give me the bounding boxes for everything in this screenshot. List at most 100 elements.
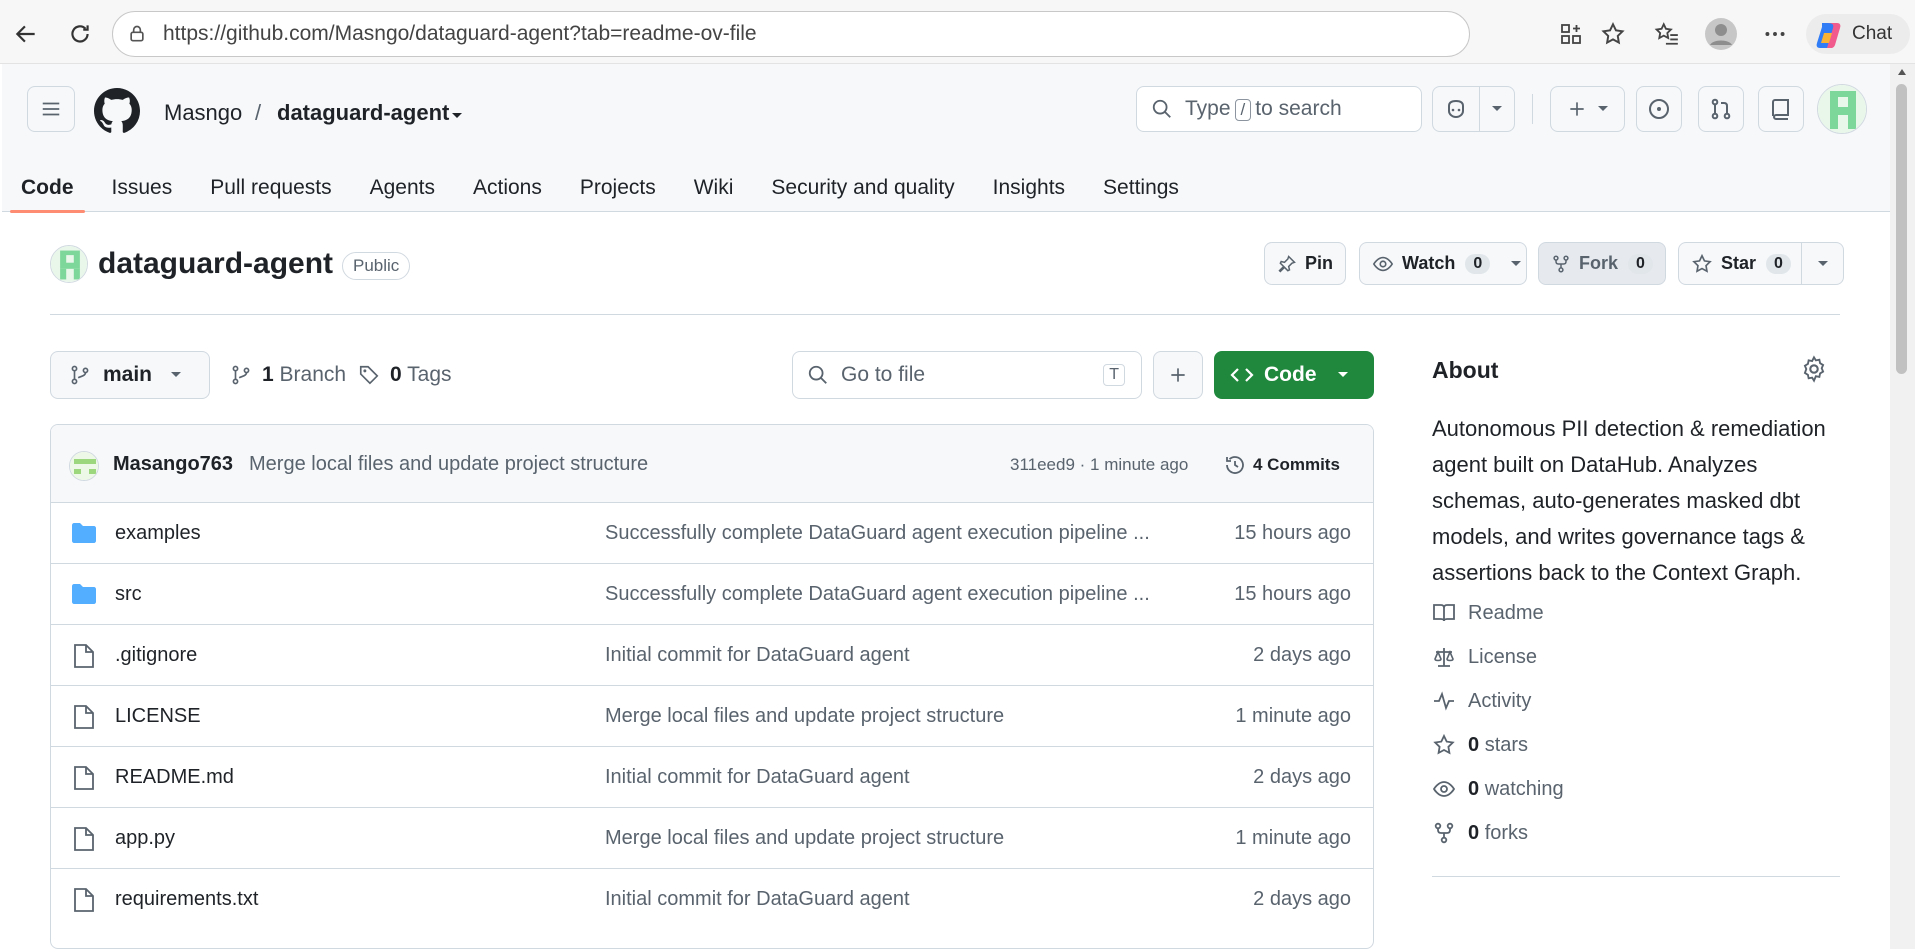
pulse-icon: [1434, 691, 1454, 711]
pin-button[interactable]: Pin: [1264, 242, 1346, 285]
about-divider: [1432, 876, 1840, 877]
file-name[interactable]: README.md: [115, 766, 234, 789]
branches-link[interactable]: 1 Branch: [230, 363, 346, 387]
site-info-icon[interactable]: [127, 24, 147, 44]
star-list-button[interactable]: [1801, 242, 1844, 285]
fork-label: Fork: [1579, 253, 1619, 273]
copilot-menu-button[interactable]: [1479, 86, 1515, 132]
pull-requests-button[interactable]: [1698, 86, 1744, 132]
commit-sha-time[interactable]: 311eed9 · 1 minute ago: [1010, 455, 1188, 475]
scroll-up-icon[interactable]: [1897, 68, 1907, 76]
commit-author-avatar[interactable]: [69, 451, 99, 481]
github-logo-icon[interactable]: [94, 88, 140, 139]
star-count: 0: [1766, 253, 1791, 274]
browser-toolbar: https://github.com/Masngo/dataguard-agen…: [0, 0, 1915, 64]
tab-code[interactable]: Code: [2, 164, 93, 213]
repo-owner-link[interactable]: Masngo: [164, 100, 242, 126]
file-name[interactable]: LICENSE: [115, 705, 201, 728]
tab-pull-requests[interactable]: Pull requests: [191, 164, 350, 212]
page-scrollbar[interactable]: [1890, 64, 1915, 949]
stars-link[interactable]: 0 stars: [1432, 733, 1528, 757]
tab-projects[interactable]: Projects: [561, 164, 675, 212]
tab-security[interactable]: Security and quality: [752, 164, 973, 212]
app-available-icon[interactable]: [1552, 15, 1590, 53]
table-row[interactable]: .gitignore Initial commit for DataGuard …: [51, 625, 1373, 686]
tab-agents[interactable]: Agents: [351, 164, 454, 212]
tags-link[interactable]: 0 Tags: [358, 363, 452, 387]
watching-label: watching: [1484, 777, 1564, 800]
file-name[interactable]: examples: [115, 522, 201, 545]
watching-count: 0: [1468, 777, 1480, 800]
file-commit-message[interactable]: Successfully complete DataGuard agent ex…: [605, 522, 1150, 545]
copilot-button[interactable]: [1432, 86, 1480, 132]
commit-message[interactable]: Merge local files and update project str…: [249, 453, 648, 476]
global-search-input[interactable]: Type / to search: [1136, 86, 1422, 132]
repo-name-link[interactable]: dataguard-agent: [277, 100, 449, 126]
back-icon[interactable]: [10, 18, 42, 50]
scrollbar-thumb[interactable]: [1896, 84, 1907, 374]
table-row[interactable]: LICENSE Merge local files and update pro…: [51, 686, 1373, 747]
favorite-star-icon[interactable]: [1594, 15, 1632, 53]
table-row[interactable]: app.py Merge local files and update proj…: [51, 808, 1373, 869]
table-row[interactable]: README.md Initial commit for DataGuard a…: [51, 747, 1373, 808]
repo-forked-icon: [1434, 822, 1454, 844]
repo-dropdown-icon[interactable]: [450, 108, 464, 126]
create-new-button[interactable]: [1550, 86, 1625, 132]
commit-author[interactable]: Masango763: [113, 453, 233, 476]
code-label: Code: [1264, 363, 1317, 386]
file-commit-message[interactable]: Merge local files and update project str…: [605, 705, 1004, 728]
user-avatar[interactable]: [1817, 84, 1867, 134]
forks-link[interactable]: 0 forks: [1432, 821, 1528, 845]
file-name[interactable]: app.py: [115, 827, 175, 850]
go-to-file-input[interactable]: Go to file T: [792, 351, 1142, 399]
commits-link[interactable]: 4 Commits: [1223, 453, 1340, 477]
file-name[interactable]: .gitignore: [115, 644, 197, 667]
tab-wiki[interactable]: Wiki: [675, 164, 753, 212]
tab-actions[interactable]: Actions: [454, 164, 561, 212]
file-commit-message[interactable]: Merge local files and update project str…: [605, 827, 1004, 850]
tab-issues[interactable]: Issues: [93, 164, 192, 212]
star-button[interactable]: Star 0: [1678, 242, 1802, 285]
address-bar[interactable]: https://github.com/Masngo/dataguard-agen…: [112, 11, 1470, 57]
file-commit-message[interactable]: Initial commit for DataGuard agent: [605, 888, 910, 911]
file-commit-message[interactable]: Successfully complete DataGuard agent ex…: [605, 583, 1150, 606]
more-options-icon[interactable]: [1756, 15, 1794, 53]
tab-label: Pull requests: [210, 176, 332, 199]
file-commit-message[interactable]: Initial commit for DataGuard agent: [605, 766, 910, 789]
refresh-icon[interactable]: [64, 18, 96, 50]
tab-settings[interactable]: Settings: [1084, 164, 1198, 212]
add-file-button[interactable]: [1153, 351, 1203, 399]
favorites-icon[interactable]: [1648, 15, 1686, 53]
hamburger-icon: [42, 102, 60, 116]
repo-title[interactable]: dataguard-agent: [98, 247, 333, 281]
table-row[interactable]: examples Successfully complete DataGuard…: [51, 503, 1373, 564]
file-date: 1 minute ago: [1235, 705, 1351, 727]
table-row[interactable]: src Successfully complete DataGuard agen…: [51, 564, 1373, 625]
go-to-file-shortcut: T: [1103, 364, 1125, 386]
url-text[interactable]: https://github.com/Masngo/dataguard-agen…: [163, 22, 757, 46]
code-dropdown-button[interactable]: Code: [1214, 351, 1374, 399]
activity-link[interactable]: Activity: [1432, 689, 1531, 713]
issues-button[interactable]: [1636, 86, 1682, 132]
fork-button[interactable]: Fork 0: [1538, 242, 1666, 285]
git-branch-icon: [71, 365, 89, 385]
watching-link[interactable]: 0 watching: [1432, 777, 1564, 801]
copilot-chat-button[interactable]: Chat: [1806, 14, 1910, 54]
repositories-button[interactable]: [1758, 86, 1804, 132]
menu-button[interactable]: [27, 86, 75, 132]
branch-select-button[interactable]: main: [50, 351, 210, 399]
triangle-down-icon: [1337, 372, 1348, 377]
tab-insights[interactable]: Insights: [974, 164, 1084, 212]
commits-label: 4 Commits: [1253, 455, 1340, 474]
file-name[interactable]: requirements.txt: [115, 888, 258, 911]
readme-link[interactable]: Readme: [1432, 601, 1544, 625]
watch-button[interactable]: Watch 0: [1359, 242, 1527, 285]
file-name[interactable]: src: [115, 583, 142, 606]
file-commit-message[interactable]: Initial commit for DataGuard agent: [605, 644, 910, 667]
license-link[interactable]: License: [1432, 645, 1537, 669]
gear-icon[interactable]: [1800, 355, 1828, 388]
tab-label: Projects: [579, 176, 656, 199]
profile-avatar-icon[interactable]: [1702, 15, 1740, 53]
search-icon: [1152, 99, 1171, 118]
table-row[interactable]: requirements.txt Initial commit for Data…: [51, 869, 1373, 930]
